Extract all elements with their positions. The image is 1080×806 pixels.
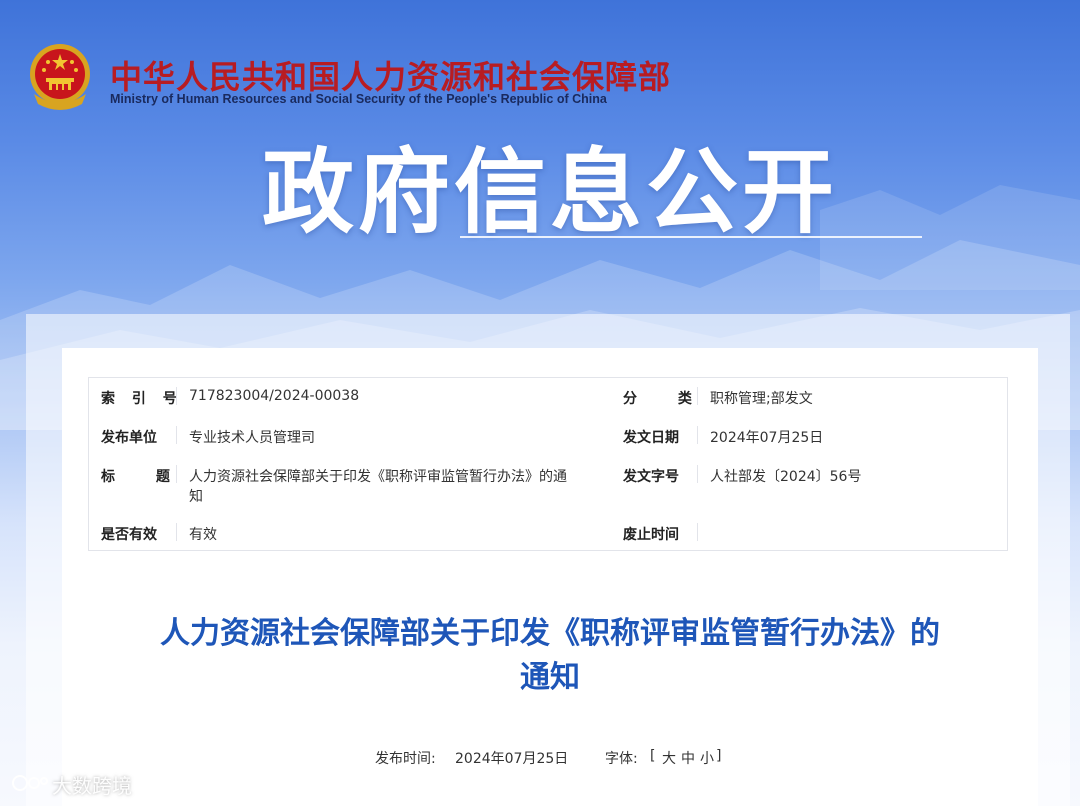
font-size-small-button[interactable]: 小: [700, 748, 714, 768]
issue-date-label: 发文日期: [623, 430, 679, 446]
publish-time-value: 2024年07月25日: [455, 751, 569, 767]
font-size-bracket-close: ]: [716, 748, 722, 764]
row-divider: [176, 426, 177, 444]
national-emblem-icon: [30, 44, 90, 110]
banner-title: 政府信息公开: [262, 139, 839, 246]
row-divider: [176, 387, 177, 405]
row-divider: [697, 426, 698, 444]
issue-date-value: 2024年07月25日: [710, 430, 824, 446]
ministry-name-english: Ministry of Human Resources and Social S…: [110, 92, 607, 106]
index-number-label: 索 引 号: [101, 391, 183, 407]
row-divider: [697, 523, 698, 541]
category-value: 职称管理;部发文: [710, 391, 813, 407]
row-divider: [176, 523, 177, 541]
document-number-value: 人社部发〔2024〕56号: [710, 469, 862, 485]
font-size-bracket-open: [: [650, 748, 656, 764]
expiry-time-label: 废止时间: [623, 527, 679, 543]
banner-divider: [460, 236, 922, 238]
document-title: 人力资源社会保障部关于印发《职称评审监管暂行办法》的 通知: [80, 612, 1020, 700]
document-number-label: 发文字号: [623, 469, 679, 485]
validity-value: 有效: [189, 527, 217, 543]
document-title-line2: 通知: [520, 660, 580, 695]
page: 中华人民共和国人力资源和社会保障部 Ministry of Human Reso…: [0, 0, 1080, 806]
publish-time-label: 发布时间:: [375, 751, 436, 767]
validity-label: 是否有效: [101, 527, 157, 543]
title-label: 标 题: [101, 469, 188, 485]
row-divider: [697, 387, 698, 405]
row-divider: [697, 465, 698, 483]
document-title-line1: 人力资源社会保障部关于印发《职称评审监管暂行办法》的: [160, 616, 940, 651]
issuer-label: 发布单位: [101, 430, 157, 446]
index-number-value: 717823004/2024-00038: [189, 388, 360, 404]
font-size-large-button[interactable]: 大: [662, 748, 676, 768]
title-value-line2: 知: [189, 489, 203, 505]
issuer-value: 专业技术人员管理司: [189, 430, 315, 446]
watermark-text: 大数跨境: [52, 774, 132, 798]
font-size-label: 字体:: [605, 751, 638, 767]
row-divider: [176, 465, 177, 483]
font-size-medium-button[interactable]: 中: [681, 748, 695, 768]
watermark-logo-icon: [12, 775, 48, 791]
title-value-line1: 人力资源社会保障部关于印发《职称评审监管暂行办法》的通: [189, 469, 567, 485]
